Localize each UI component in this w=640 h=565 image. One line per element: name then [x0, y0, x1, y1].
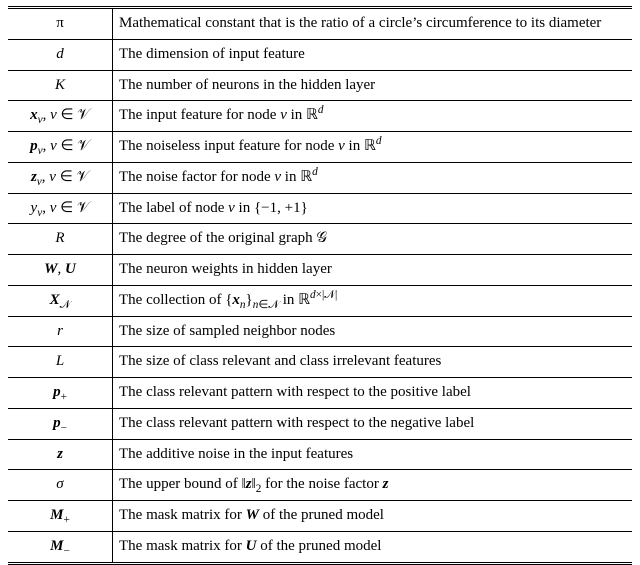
description-cell: The label of node v in {−1, +1}: [113, 193, 633, 224]
description-cell: The noiseless input feature for node v i…: [113, 132, 633, 163]
symbol-cell: R: [8, 224, 113, 255]
description-cell: The mask matrix for U of the pruned mode…: [113, 531, 633, 563]
symbol-cell: xv, v ∈ 𝒱: [8, 101, 113, 132]
symbol-cell: M−: [8, 531, 113, 563]
description-cell: The class relevant pattern with respect …: [113, 378, 633, 409]
table-row: πMathematical constant that is the ratio…: [8, 8, 632, 40]
table-row: M+The mask matrix for W of the pruned mo…: [8, 501, 632, 532]
table-row: yv, v ∈ 𝒱The label of node v in {−1, +1}: [8, 193, 632, 224]
description-cell: The size of sampled neighbor nodes: [113, 316, 633, 347]
table-row: p−The class relevant pattern with respec…: [8, 408, 632, 439]
description-cell: The mask matrix for W of the pruned mode…: [113, 501, 633, 532]
table-row: LThe size of class relevant and class ir…: [8, 347, 632, 378]
table-row: zv, v ∈ 𝒱The noise factor for node v in …: [8, 162, 632, 193]
description-cell: The class relevant pattern with respect …: [113, 408, 633, 439]
description-cell: The dimension of input feature: [113, 39, 633, 70]
description-cell: The collection of {xn}n∈𝒩 in ℝd×|𝒩|: [113, 285, 633, 316]
notation-table-body: πMathematical constant that is the ratio…: [8, 8, 632, 564]
symbol-cell: X𝒩: [8, 285, 113, 316]
symbol-cell: W, U: [8, 255, 113, 286]
table-row: σThe upper bound of ‖z‖2 for the noise f…: [8, 470, 632, 501]
symbol-cell: p−: [8, 408, 113, 439]
table-row: RThe degree of the original graph 𝒢: [8, 224, 632, 255]
symbol-cell: K: [8, 70, 113, 101]
symbol-cell: π: [8, 8, 113, 40]
table-row: dThe dimension of input feature: [8, 39, 632, 70]
symbol-cell: p+: [8, 378, 113, 409]
table-row: M−The mask matrix for U of the pruned mo…: [8, 531, 632, 563]
description-cell: The noise factor for node v in ℝd: [113, 162, 633, 193]
symbol-cell: r: [8, 316, 113, 347]
description-cell: The size of class relevant and class irr…: [113, 347, 633, 378]
symbol-cell: pv, v ∈ 𝒱: [8, 132, 113, 163]
symbol-cell: yv, v ∈ 𝒱: [8, 193, 113, 224]
table-row: pv, v ∈ 𝒱The noiseless input feature for…: [8, 132, 632, 163]
symbol-cell: z: [8, 439, 113, 470]
notation-table: πMathematical constant that is the ratio…: [8, 6, 632, 565]
table-row: rThe size of sampled neighbor nodes: [8, 316, 632, 347]
symbol-cell: zv, v ∈ 𝒱: [8, 162, 113, 193]
symbol-cell: d: [8, 39, 113, 70]
symbol-cell: σ: [8, 470, 113, 501]
table-row: zThe additive noise in the input feature…: [8, 439, 632, 470]
table-row: p+The class relevant pattern with respec…: [8, 378, 632, 409]
description-cell: The number of neurons in the hidden laye…: [113, 70, 633, 101]
symbol-cell: M+: [8, 501, 113, 532]
table-row: W, UThe neuron weights in hidden layer: [8, 255, 632, 286]
description-cell: The neuron weights in hidden layer: [113, 255, 633, 286]
table-row: xv, v ∈ 𝒱The input feature for node v in…: [8, 101, 632, 132]
description-cell: The additive noise in the input features: [113, 439, 633, 470]
description-cell: Mathematical constant that is the ratio …: [113, 8, 633, 40]
symbol-cell: L: [8, 347, 113, 378]
description-cell: The degree of the original graph 𝒢: [113, 224, 633, 255]
description-cell: The input feature for node v in ℝd: [113, 101, 633, 132]
table-row: KThe number of neurons in the hidden lay…: [8, 70, 632, 101]
table-row: X𝒩The collection of {xn}n∈𝒩 in ℝd×|𝒩|: [8, 285, 632, 316]
description-cell: The upper bound of ‖z‖2 for the noise fa…: [113, 470, 633, 501]
